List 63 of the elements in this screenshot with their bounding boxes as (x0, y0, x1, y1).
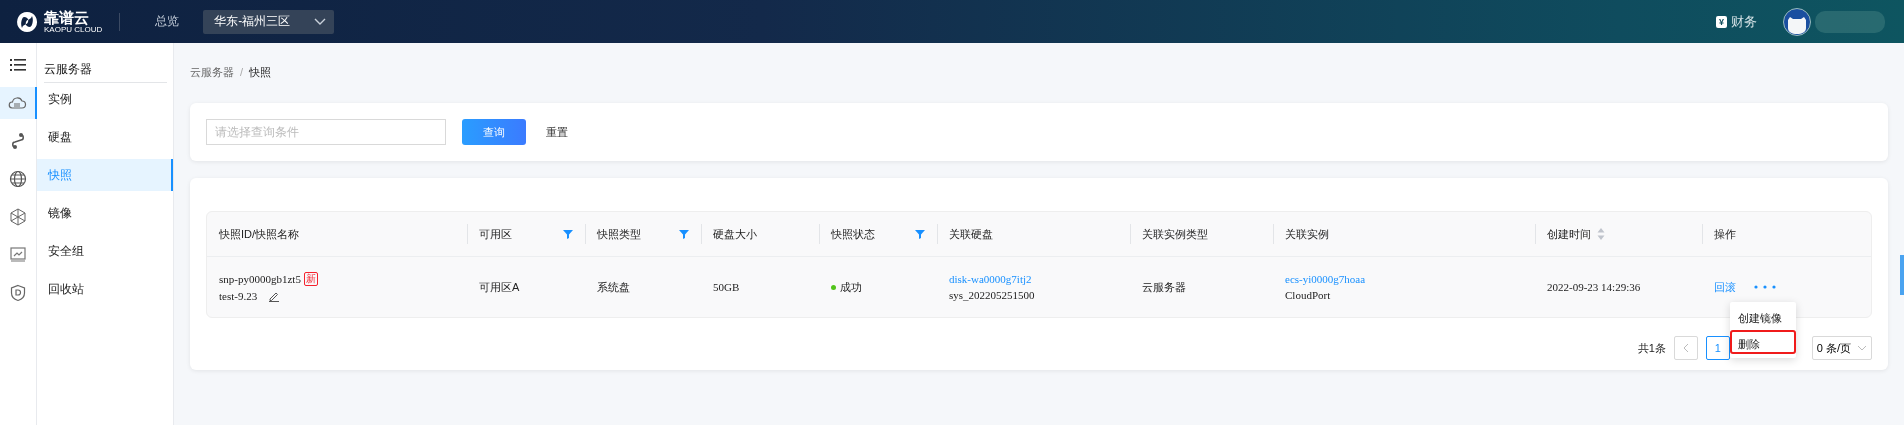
column-header: 操作 (1714, 226, 1736, 242)
sort-icon[interactable] (1597, 228, 1605, 240)
plug-icon (9, 132, 27, 150)
snapshot-id: snp-py0000gb1zt5 (219, 273, 301, 285)
snapshot-name: test-9.23 (219, 290, 258, 302)
filter-icon[interactable] (915, 229, 925, 239)
reset-button[interactable]: 重置 (542, 124, 572, 140)
more-icon[interactable] (1754, 285, 1776, 289)
breadcrumb-item: 快照 (249, 64, 272, 80)
menu-icon[interactable] (10, 58, 26, 72)
table-cell: 可用区A (479, 279, 520, 295)
chevron-down-icon (1857, 345, 1867, 351)
total-count: 共1条 (1637, 340, 1666, 356)
search-field[interactable]: 请选择查询条件 (206, 119, 446, 145)
edit-icon[interactable] (268, 290, 281, 302)
status-text: 成功 (840, 279, 862, 295)
page-size-select[interactable]: 0 条/页 (1811, 336, 1872, 360)
overview-link[interactable]: 总览 (155, 13, 180, 30)
table-cell: 系统盘 (597, 279, 630, 295)
sidebar-item[interactable]: 实例 (37, 83, 173, 115)
column-header: 快照状态 (831, 226, 875, 242)
disk-name: sys_202205251500 (949, 289, 1035, 301)
cloud-icon (7, 95, 27, 111)
breadcrumb-item[interactable]: 云服务器 (190, 64, 234, 80)
table-cell: 50GB (713, 281, 740, 293)
column-header: 快照ID/快照名称 (219, 226, 300, 242)
shield-icon (9, 284, 27, 302)
finance-link[interactable]: 财务 (1731, 12, 1757, 31)
chevron-down-icon (314, 17, 327, 26)
instance-name: CloudPort (1285, 289, 1331, 301)
blurred-username (1815, 10, 1885, 33)
region-select[interactable]: 华东-福州三区 (203, 9, 335, 34)
yen-icon: ¥ (1716, 15, 1727, 28)
avatar-icon[interactable] (1783, 7, 1811, 36)
filter-icon[interactable] (563, 229, 573, 239)
logo-icon (15, 9, 39, 34)
chevron-left-icon (1682, 343, 1689, 353)
menu-item[interactable]: 创建镜像 (1730, 306, 1796, 330)
monitor-icon (9, 246, 27, 264)
brand-subtitle: KAOPU CLOUD (44, 25, 103, 34)
column-header: 可用区 (479, 226, 512, 242)
new-tag: 新 (303, 272, 318, 286)
column-header: 关联硬盘 (949, 226, 993, 242)
brand-name: 靠谱云 (44, 9, 89, 25)
sidebar-item[interactable]: 硬盘 (37, 121, 173, 153)
column-header: 硬盘大小 (713, 226, 757, 242)
table-cell: 2022-09-23 14:29:36 (1547, 281, 1641, 293)
sidebar-title: 云服务器 (44, 43, 167, 83)
column-header: 关联实例 (1285, 226, 1329, 242)
menu-item[interactable]: 删除 (1730, 330, 1796, 354)
rail-tab[interactable] (0, 87, 37, 119)
sidebar-item[interactable]: 回收站 (37, 273, 173, 305)
column-header: 关联实例类型 (1142, 226, 1208, 242)
sidebar-item[interactable]: 安全组 (37, 235, 173, 267)
column-header: 创建时间 (1547, 226, 1591, 242)
filter-icon[interactable] (679, 229, 689, 239)
network-icon (9, 208, 27, 226)
sidebar-item[interactable]: 镜像 (37, 197, 173, 229)
table-cell: 云服务器 (1142, 279, 1186, 295)
globe-icon (9, 170, 27, 188)
column-header: 快照类型 (597, 226, 641, 242)
scrollbar-thumb[interactable] (1900, 255, 1904, 295)
breadcrumb-separator: / (240, 66, 244, 78)
